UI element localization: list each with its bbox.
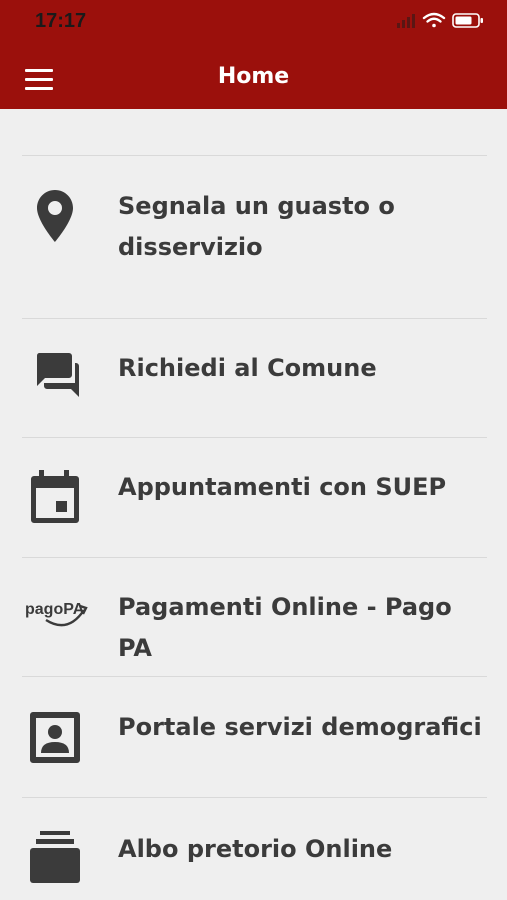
list-item-label: Albo pretorio Online [118, 835, 393, 863]
archive-stack-icon [30, 831, 80, 883]
status-time: 17:17 [35, 10, 87, 32]
wifi-icon [422, 12, 446, 28]
list-item-label: Segnala un guasto o disservizio [118, 192, 395, 261]
status-icons [397, 12, 483, 28]
list-item-albo[interactable]: Albo pretorio Online [0, 798, 507, 900]
list-item-portale[interactable]: Portale servizi demografici [0, 677, 507, 797]
app-header: 17:17 Home [0, 0, 507, 109]
list-item-label: Richiedi al Comune [118, 354, 377, 382]
pagopa-logo-text: pagoPA [25, 601, 85, 618]
chat-bubbles-icon [36, 353, 79, 397]
page-title: Home [217, 64, 290, 89]
pagopa-logo-icon: pagoPA [25, 601, 88, 627]
list-item-label: Portale servizi demografici [118, 713, 482, 741]
list-item-appuntamenti[interactable]: Appuntamenti con SUEP [0, 438, 507, 557]
calendar-icon [31, 470, 79, 523]
list-item-label: Appuntamenti con SUEP [118, 473, 447, 501]
signal-icon [397, 14, 415, 28]
contact-card-icon [30, 712, 80, 763]
list-item-pagamenti[interactable]: pagoPA Pagamenti Online - Pago PA [0, 558, 507, 676]
list-item-richiedi[interactable]: Richiedi al Comune [0, 319, 507, 437]
list-item-segnala[interactable]: Segnala un guasto o disservizio [0, 156, 507, 318]
location-pin-icon [37, 190, 73, 242]
list-item-label: Pagamenti Online - Pago PA [118, 593, 452, 662]
battery-icon [452, 13, 483, 28]
